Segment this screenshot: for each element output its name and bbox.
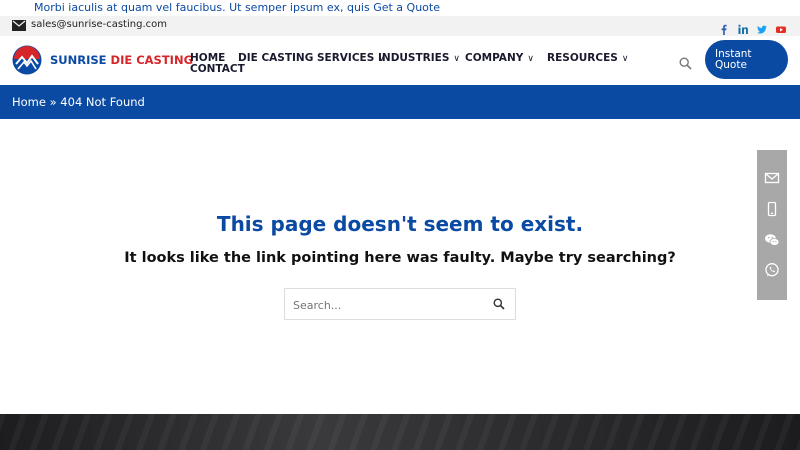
search-icon[interactable] xyxy=(679,57,692,70)
nav-item-die-casting-services[interactable]: DIE CASTING SERVICES ∨ xyxy=(238,52,385,64)
floating-contact-sidebar xyxy=(757,150,787,300)
nav-item-label: RESOURCES xyxy=(547,52,618,64)
nav-item-label: DIE CASTING SERVICES xyxy=(238,52,375,64)
contact-bar: sales@sunrise-casting.com xyxy=(0,16,800,36)
nav-item-resources[interactable]: RESOURCES ∨ xyxy=(547,52,628,64)
quote-button-line2: Quote xyxy=(715,59,747,71)
site-header: SUNRISE DIE CASTING HOME DIE CASTING SER… xyxy=(0,36,800,85)
logo-text-die-casting: DIE CASTING xyxy=(110,53,194,67)
social-links xyxy=(719,20,786,35)
instant-quote-button[interactable]: Instant Quote xyxy=(705,40,788,79)
announcement-text: Morbi iaculis at quam vel faucibus. Ut s… xyxy=(34,1,440,14)
breadcrumb[interactable]: Home » 404 Not Found xyxy=(12,95,145,109)
nav-item-industries[interactable]: INDUSTRIES ∨ xyxy=(378,52,460,64)
not-found-message: It looks like the link pointing here was… xyxy=(124,250,676,266)
chevron-down-icon: ∨ xyxy=(527,54,534,64)
breadcrumb-bar: Home » 404 Not Found xyxy=(0,85,800,119)
logo-text[interactable]: SUNRISE DIE CASTING xyxy=(50,53,193,67)
wechat-icon[interactable] xyxy=(764,232,780,248)
chevron-down-icon: ∨ xyxy=(453,54,460,64)
nav-item-company[interactable]: COMPANY ∨ xyxy=(465,52,534,64)
youtube-icon[interactable] xyxy=(776,20,786,33)
chevron-down-icon: ∨ xyxy=(621,54,629,64)
nav-item-label: INDUSTRIES xyxy=(378,52,450,64)
footer-banner-image xyxy=(0,414,800,450)
sunrise-logo-icon[interactable] xyxy=(12,45,42,75)
page-title: This page doesn't seem to exist. xyxy=(216,212,584,236)
top-announcement-bar: Morbi iaculis at quam vel faucibus. Ut s… xyxy=(0,0,800,16)
facebook-icon[interactable] xyxy=(719,20,729,35)
search-input[interactable] xyxy=(293,296,483,314)
search-form xyxy=(284,288,516,320)
nav-item-contact[interactable]: CONTACT xyxy=(190,63,245,75)
logo-text-sunrise: SUNRISE xyxy=(50,53,111,67)
email-icon[interactable] xyxy=(764,170,780,186)
get-a-quote-link[interactable]: Get a Quote xyxy=(373,1,440,14)
twitter-icon[interactable] xyxy=(757,20,767,34)
nav-item-label: COMPANY xyxy=(465,52,524,64)
envelope-icon xyxy=(12,20,26,31)
whatsapp-icon[interactable] xyxy=(764,262,780,278)
search-submit-icon[interactable] xyxy=(493,298,505,310)
announcement-message: Morbi iaculis at quam vel faucibus. Ut s… xyxy=(34,1,374,14)
linkedin-icon[interactable] xyxy=(738,20,748,34)
contact-email[interactable]: sales@sunrise-casting.com xyxy=(31,19,167,30)
phone-icon[interactable] xyxy=(764,201,780,217)
